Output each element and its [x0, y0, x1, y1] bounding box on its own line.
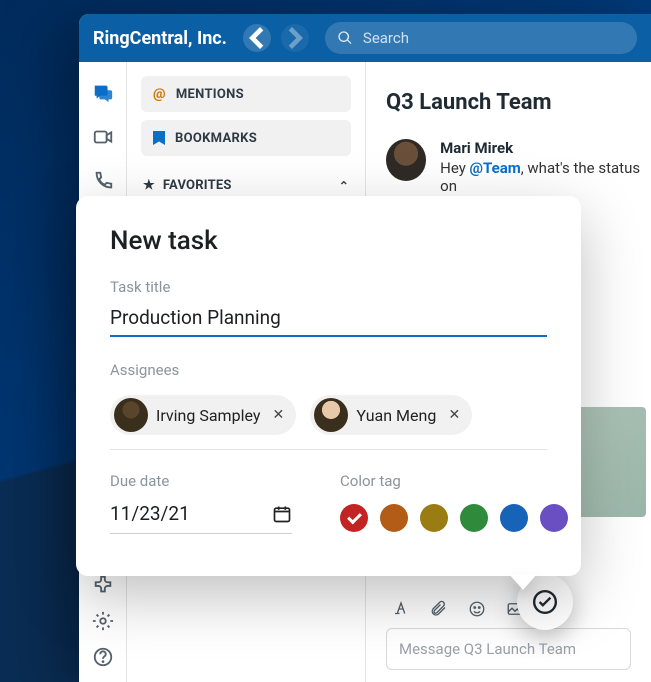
color-swatch[interactable]	[380, 504, 408, 532]
composer-input[interactable]	[399, 640, 618, 658]
emoji-icon[interactable]	[468, 600, 486, 618]
search-field[interactable]	[325, 22, 637, 54]
avatar	[114, 398, 148, 432]
assignee-name: Irving Sampley	[156, 406, 260, 425]
chevron-right-icon	[281, 24, 309, 52]
titlebar: RingCentral, Inc.	[79, 14, 651, 62]
new-task-modal: New task Task title Assignees Irving Sam…	[76, 196, 581, 576]
message-text: Hey @Team, what's the status on	[440, 159, 651, 195]
remove-assignee-button[interactable]: ✕	[268, 405, 288, 425]
bookmarks-label: BOOKMARKS	[175, 131, 257, 146]
assignees-label: Assignees	[110, 361, 547, 379]
at-icon: @	[153, 86, 166, 102]
color-swatch[interactable]	[540, 504, 568, 532]
favorites-label: FAVORITES	[163, 178, 232, 193]
assignee-name: Yuan Meng	[356, 406, 436, 425]
task-title-label: Task title	[110, 278, 547, 296]
format-icon[interactable]	[392, 600, 410, 618]
color-swatch[interactable]	[340, 504, 368, 532]
nav-forward-button[interactable]	[281, 24, 309, 52]
mentions-label: MENTIONS	[176, 87, 244, 102]
color-tag-label: Color tag	[340, 472, 568, 490]
attachment-icon[interactable]	[430, 600, 448, 618]
apps-icon[interactable]	[92, 574, 114, 596]
brand-label: RingCentral, Inc.	[93, 28, 227, 49]
composer-toolbar	[386, 596, 631, 628]
video-icon[interactable]	[92, 126, 114, 148]
nav-back-button[interactable]	[243, 24, 271, 52]
modal-title: New task	[110, 226, 547, 256]
due-date-label: Due date	[110, 472, 292, 490]
favorites-section-header[interactable]: ★ FAVORITES ⌃	[127, 156, 365, 193]
color-swatch[interactable]	[460, 504, 488, 532]
composer[interactable]	[386, 628, 631, 670]
chevron-up-icon: ⌃	[339, 179, 349, 193]
avatar[interactable]	[386, 139, 426, 181]
checkmark-circle-icon	[532, 589, 558, 615]
assignee-chip: Yuan Meng ✕	[310, 395, 472, 435]
message-author: Mari Mirek	[440, 139, 651, 157]
due-date-input[interactable]: 11/23/21	[110, 496, 292, 534]
calendar-icon	[272, 504, 292, 524]
messages-icon[interactable]	[92, 82, 114, 104]
settings-icon[interactable]	[92, 610, 114, 632]
help-icon[interactable]	[92, 646, 114, 668]
color-swatches	[340, 496, 568, 532]
bookmarks-filter[interactable]: BOOKMARKS	[141, 120, 351, 156]
star-icon: ★	[143, 178, 155, 193]
chevron-left-icon	[243, 24, 271, 52]
search-input[interactable]	[363, 29, 625, 47]
remove-assignee-button[interactable]: ✕	[444, 405, 464, 425]
avatar	[314, 398, 348, 432]
color-swatch[interactable]	[500, 504, 528, 532]
bookmark-icon	[153, 131, 165, 145]
mentions-filter[interactable]: @ MENTIONS	[141, 76, 351, 112]
search-icon	[337, 30, 353, 46]
assignees-field[interactable]: Irving Sampley ✕ Yuan Meng ✕	[110, 385, 547, 450]
conversation-title: Q3 Launch Team	[366, 62, 651, 115]
assignee-chip: Irving Sampley ✕	[110, 395, 296, 435]
due-date-value: 11/23/21	[110, 502, 190, 525]
message: Mari Mirek Hey @Team, what's the status …	[366, 115, 651, 195]
color-swatch[interactable]	[420, 504, 448, 532]
mention[interactable]: @Team	[470, 159, 521, 177]
task-title-input[interactable]	[110, 302, 547, 337]
phone-icon[interactable]	[92, 170, 114, 192]
